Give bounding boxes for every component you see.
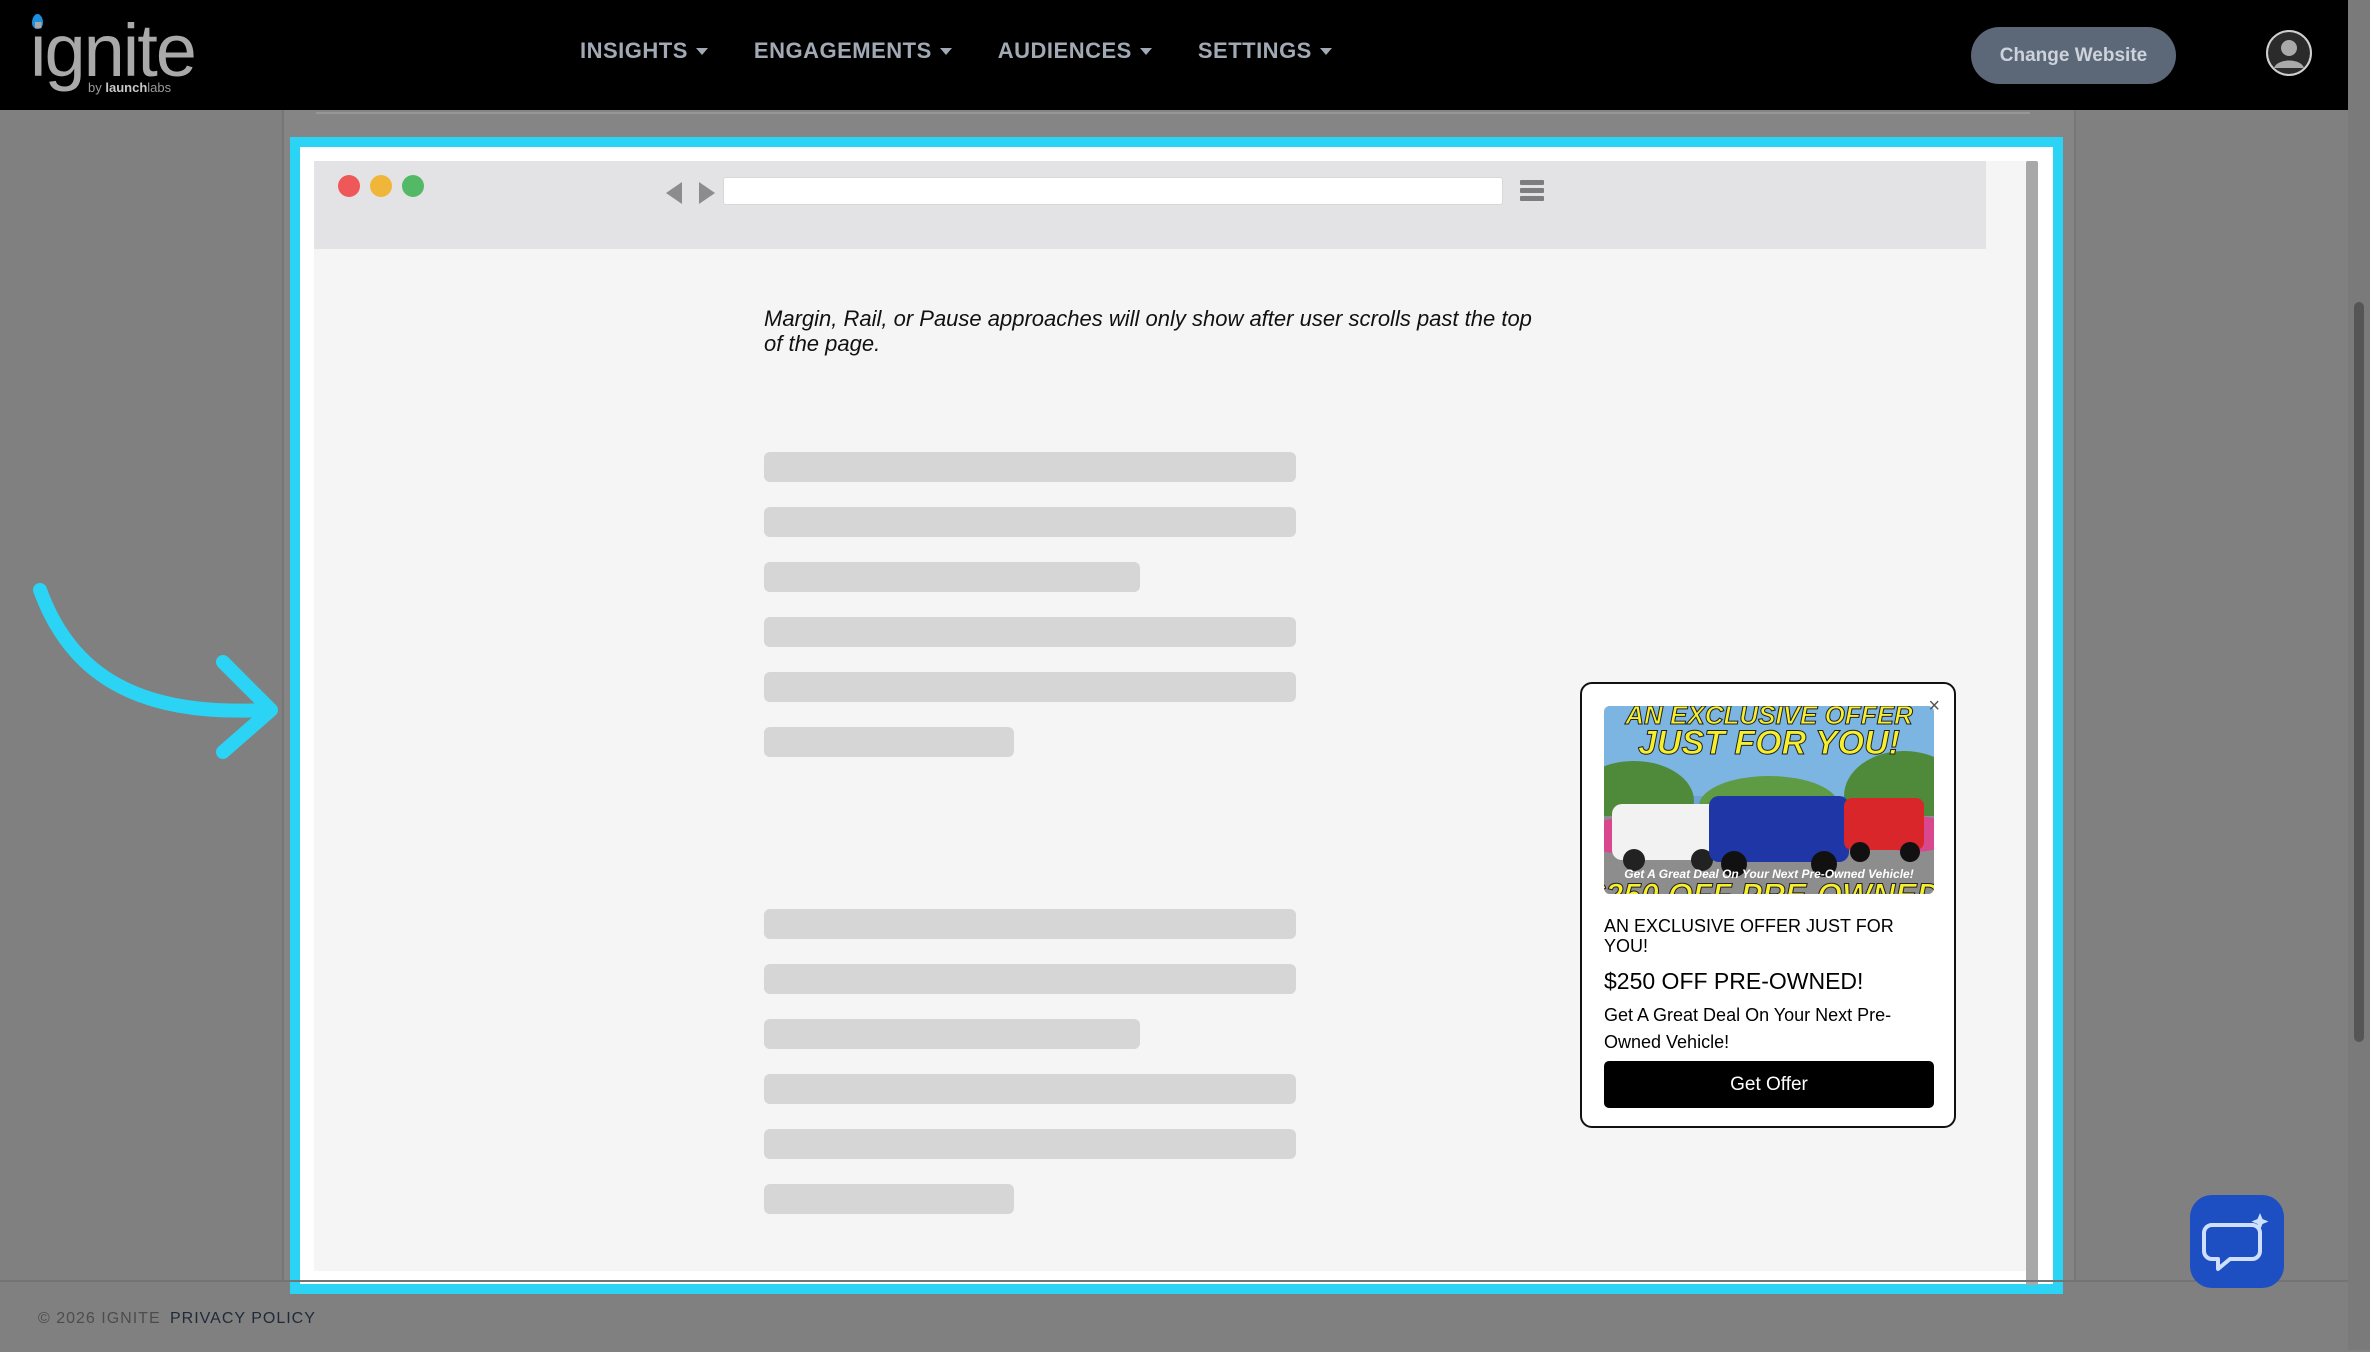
skeleton-line [764, 1129, 1296, 1159]
back-arrow-icon [666, 182, 682, 204]
offer-image-headline-2: JUST FOR YOU! [1638, 724, 1900, 762]
window-maximize-dot-icon [402, 175, 424, 197]
skeleton-line [764, 964, 1296, 994]
skeleton-line [764, 909, 1296, 939]
forward-arrow-icon [699, 182, 715, 204]
window-close-dot-icon [338, 175, 360, 197]
caret-down-icon [695, 47, 708, 55]
close-icon[interactable]: × [1928, 696, 1940, 716]
skeleton-line [764, 1019, 1140, 1049]
skeleton-line [764, 562, 1140, 592]
skeleton-line [764, 672, 1296, 702]
nav-label: AUDIENCES [997, 38, 1132, 63]
offer-image-footer: $250 OFF PRE-OWNED! [1604, 877, 1934, 894]
offer-image: AN EXCLUSIVE OFFER JUST FOR YOU! Get A G… [1604, 706, 1934, 894]
preview-scrollbar[interactable] [2026, 161, 2038, 1285]
nav-insights[interactable]: INSIGHTS [580, 38, 708, 64]
offer-title: $250 OFF PRE-OWNED! [1604, 968, 1864, 994]
skeleton-line [764, 452, 1296, 482]
main-nav: INSIGHTS ENGAGEMENTS AUDIENCES SETTINGS [580, 38, 1332, 64]
nav-settings[interactable]: SETTINGS [1198, 38, 1332, 64]
window-minimize-dot-icon [370, 175, 392, 197]
get-offer-button[interactable]: Get Offer [1604, 1061, 1934, 1108]
chat-launcher-button[interactable] [2190, 1195, 2284, 1288]
skeleton-line [764, 1184, 1014, 1214]
scroll-behavior-note: Margin, Rail, or Pause approaches will o… [764, 306, 1532, 356]
skeleton-line [764, 507, 1296, 537]
chat-bubble-icon [2202, 1213, 2269, 1271]
offer-subtitle: Get A Great Deal On Your Next Pre-Owned … [1604, 1005, 1892, 1052]
logo-byline: by launchlabs [88, 80, 172, 95]
copyright-text: © 2026 IGNITE [38, 1310, 161, 1327]
caret-down-icon [1319, 47, 1332, 55]
caret-down-icon [939, 47, 952, 55]
caret-down-icon [1139, 47, 1152, 55]
page-scrollbar[interactable] [2348, 0, 2370, 1350]
nav-engagements[interactable]: ENGAGEMENTS [754, 38, 952, 64]
mock-browser-toolbar [314, 161, 1986, 249]
page-scrollbar-thumb[interactable] [2354, 302, 2364, 1042]
user-avatar-icon[interactable] [2266, 30, 2312, 76]
nav-label: INSIGHTS [580, 38, 688, 63]
change-website-button[interactable]: Change Website [1971, 27, 2176, 84]
offer-card: AN EXCLUSIVE OFFER JUST FOR YOU! Get A G… [1580, 682, 1956, 1128]
skeleton-line [764, 1074, 1296, 1104]
privacy-policy-link[interactable]: PRIVACY POLICY [170, 1310, 316, 1328]
nav-label: SETTINGS [1197, 38, 1312, 63]
footer: © 2026 IGNITE PRIVACY POLICY [0, 1280, 2348, 1352]
nav-audiences[interactable]: AUDIENCES [998, 38, 1152, 64]
nav-label: ENGAGEMENTS [753, 38, 932, 63]
offer-eyebrow: AN EXCLUSIVE OFFER JUST FOR YOU! [1604, 916, 1894, 956]
ignite-logo[interactable]: ignite by launchlabs [30, 14, 200, 96]
mock-browser-window: Margin, Rail, or Pause approaches will o… [314, 161, 2030, 1271]
skeleton-line [764, 727, 1014, 757]
top-navigation-bar: ignite by launchlabs INSIGHTS ENGAGEMENT… [0, 0, 2348, 110]
curved-arrow-icon [33, 583, 278, 759]
page-divider [316, 112, 2030, 114]
hamburger-icon [1520, 180, 1544, 204]
preview-frame: Margin, Rail, or Pause approaches will o… [290, 137, 2063, 1294]
skeleton-line [764, 617, 1296, 647]
logo-wordmark: ignite [30, 9, 197, 92]
mock-url-bar [723, 177, 1503, 205]
